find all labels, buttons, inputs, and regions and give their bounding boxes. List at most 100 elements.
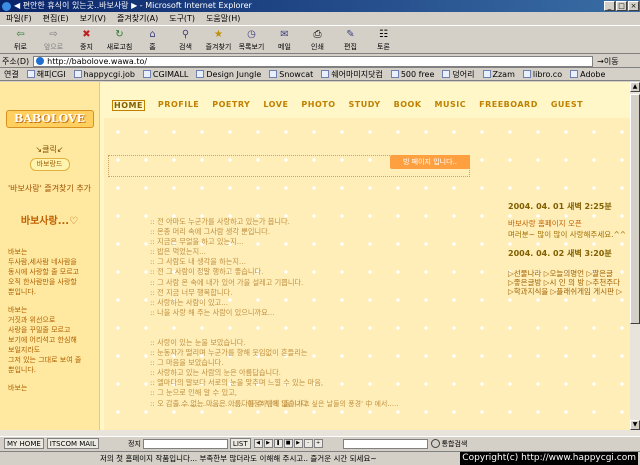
my-home-button[interactable]: MY HOME: [4, 438, 44, 449]
menu-file[interactable]: 파일(F): [6, 13, 32, 24]
link-item[interactable]: Snowcat: [269, 70, 313, 79]
poem-source: ................................이정하님의 '들…: [176, 400, 399, 408]
side-link-row[interactable]: ▷학과지식을 ▷플래쉬게임 게시판 ▷: [508, 287, 630, 296]
link-page-icon: [442, 70, 451, 78]
link-item[interactable]: 해피CGI: [26, 69, 66, 80]
favorites-icon: ★: [214, 29, 223, 40]
links-bar: 연결 해피CGI happycgi.job CGIMALL Design Jun…: [0, 68, 640, 81]
nav-guest[interactable]: GUEST: [551, 100, 583, 111]
history-icon: ◷: [247, 29, 256, 40]
nav-book[interactable]: BOOK: [394, 100, 422, 111]
side-links: ▷선물나라 ▷오늘의명언 ▷짤은글 ▷좋은글방 ▷시 인 의 방 ▷추천주다 ▷…: [508, 269, 630, 296]
stop-label: 정지: [128, 439, 141, 448]
side-link-row[interactable]: ▷좋은글방 ▷시 인 의 방 ▷추천주다: [508, 278, 630, 287]
nav-love[interactable]: LOVE: [263, 100, 288, 111]
entry-date: 2004. 04. 01 새벽 2:25분: [508, 202, 612, 211]
link-page-icon: [570, 70, 579, 78]
integrated-search-button[interactable]: 통합검색: [430, 439, 467, 449]
history-button[interactable]: ◷ 목록보기: [235, 27, 268, 52]
nav-poetry[interactable]: POETRY: [212, 100, 250, 111]
refresh-button[interactable]: ↻ 새로고침: [103, 27, 136, 52]
scroll-up-icon[interactable]: ▲: [630, 82, 640, 92]
nav-home[interactable]: HOME: [112, 100, 145, 111]
list-button[interactable]: LIST: [229, 438, 251, 449]
volume-up-icon[interactable]: +: [313, 439, 323, 448]
itscom-mail-button[interactable]: ITSCOM MAIL: [46, 438, 100, 449]
play-icon[interactable]: ▶: [263, 439, 273, 448]
print-button[interactable]: ⎙ 인쇄: [301, 27, 334, 52]
nav-study[interactable]: STUDY: [349, 100, 381, 111]
discuss-button[interactable]: ☷ 토론: [367, 27, 400, 52]
add-favorite-link[interactable]: '바보사랑' 즐겨찾기 추가: [6, 183, 93, 194]
favorites-button[interactable]: ★ 즐겨찾기: [202, 27, 235, 52]
link-item[interactable]: 쉐어마미지닷컴: [321, 69, 383, 80]
search-icon: ⚲: [181, 29, 190, 40]
home-button[interactable]: ⌂ 홈: [136, 27, 169, 52]
homepage-button[interactable]: 바보랑드: [29, 158, 70, 171]
link-item[interactable]: CGIMALL: [142, 70, 188, 79]
next-icon[interactable]: ▶: [293, 439, 303, 448]
discuss-icon: ☷: [379, 29, 388, 40]
nav-profile[interactable]: PROFILE: [158, 100, 199, 111]
link-item[interactable]: happycgi.job: [73, 70, 135, 79]
poem-text: :: 전 아마도 누군가를 사랑하고 있는가 봅니다. :: 온종 머리 속에 …: [150, 217, 324, 408]
menu-bar: 파일(F) 편집(E) 보기(V) 즐겨찾기(A) 도구(T) 도움말(H): [0, 12, 640, 26]
entry-date: 2004. 04. 02 새벽 3:20분: [508, 249, 612, 258]
search-input[interactable]: [342, 438, 428, 449]
forward-button[interactable]: ⇨ 앞으로: [37, 27, 70, 52]
nav-freeboard[interactable]: FREEBOARD: [479, 100, 538, 111]
address-input[interactable]: http://babolove.wawa.to/: [33, 55, 594, 67]
link-item[interactable]: 덩어리: [442, 69, 475, 80]
stop-icon[interactable]: ■: [283, 439, 293, 448]
browser-toolbar: ⇦ 뒤로 ⇨ 앞으로 ✖ 중지 ↻ 새로고침 ⌂ 홈 ⚲ 검색 ★ 즐겨찾기 ◷ 목록보기 ✉ 메…: [0, 27, 640, 54]
copyright-text: Copyright(c) http://www.happycgi.com: [460, 452, 638, 465]
links-label: 연결: [4, 69, 19, 79]
menu-favorites[interactable]: 즐겨찾기(A): [117, 13, 158, 24]
link-page-icon: [321, 70, 330, 78]
menu-help[interactable]: 도움말(H): [206, 13, 240, 24]
click-hint: ↘클릭↙: [35, 145, 64, 154]
back-arrow-icon: ⇦: [16, 29, 25, 40]
window-title: ◀ 편안한 휴식이 있는곳..바보사랑 ▶ - Microsoft Intern…: [14, 1, 252, 10]
entry-title[interactable]: 바보사랑 홈페이지 오픈: [508, 218, 630, 229]
back-button[interactable]: ⇦ 뒤로: [4, 27, 37, 52]
vertical-scrollbar[interactable]: ▲ ▼: [630, 82, 640, 430]
close-button[interactable]: ×: [628, 1, 639, 11]
menu-edit[interactable]: 편집(E): [43, 13, 69, 24]
site-logo[interactable]: BABOLOVE: [5, 110, 94, 128]
minimize-button[interactable]: _: [604, 1, 615, 11]
scroll-down-icon[interactable]: ▼: [630, 420, 640, 430]
link-item[interactable]: Design Jungle: [196, 70, 261, 79]
link-item[interactable]: 500 free: [390, 70, 434, 79]
edit-icon: ✎: [346, 29, 355, 40]
forward-arrow-icon: ⇨: [49, 29, 58, 40]
volume-down-icon[interactable]: -: [303, 439, 313, 448]
side-link-row[interactable]: ▷선물나라 ▷오늘의명언 ▷짤은글: [508, 269, 630, 278]
scroll-thumb[interactable]: [630, 94, 640, 324]
link-item[interactable]: Adobe: [570, 70, 605, 79]
status-bar: 저의 첫 홈페이지 작품입니다... 부족한부 많더라도 이해해 주시고.. 즐…: [0, 451, 640, 465]
address-bar: 주소(D) http://babolove.wawa.to/ →이동: [0, 55, 640, 68]
media-title-field[interactable]: [142, 438, 228, 449]
link-page-icon: [482, 70, 491, 78]
nav-music[interactable]: MUSIC: [435, 100, 467, 111]
stop-button[interactable]: ✖ 중지: [70, 27, 103, 52]
go-button[interactable]: →이동: [597, 56, 618, 67]
print-icon: ⎙: [313, 29, 322, 40]
left-sidebar: BABOLOVE ↘클릭↙ 바보랑드 '바보사랑' 즐겨찾기 추가 바보사랑..…: [0, 82, 100, 430]
maximize-button[interactable]: □: [616, 1, 627, 11]
pause-icon[interactable]: ❚: [273, 439, 283, 448]
mail-button[interactable]: ✉ 메일: [268, 27, 301, 52]
mail-icon: ✉: [280, 29, 289, 40]
nav-photo[interactable]: PHOTO: [301, 100, 335, 111]
refresh-icon: ↻: [115, 29, 124, 40]
edit-button[interactable]: ✎ 편집: [334, 27, 367, 52]
link-item[interactable]: Zzam: [482, 70, 515, 79]
menu-tools[interactable]: 도구(T): [169, 13, 195, 24]
page-icon: [36, 57, 45, 65]
menu-view[interactable]: 보기(V): [80, 13, 106, 24]
link-item[interactable]: libro.co: [522, 70, 562, 79]
search-button[interactable]: ⚲ 검색: [169, 27, 202, 52]
prev-icon[interactable]: ◀: [253, 439, 263, 448]
news-column: 2004. 04. 01 새벽 2:25분 바보사랑 홈페이지 오픈 며러분~ …: [508, 201, 630, 296]
